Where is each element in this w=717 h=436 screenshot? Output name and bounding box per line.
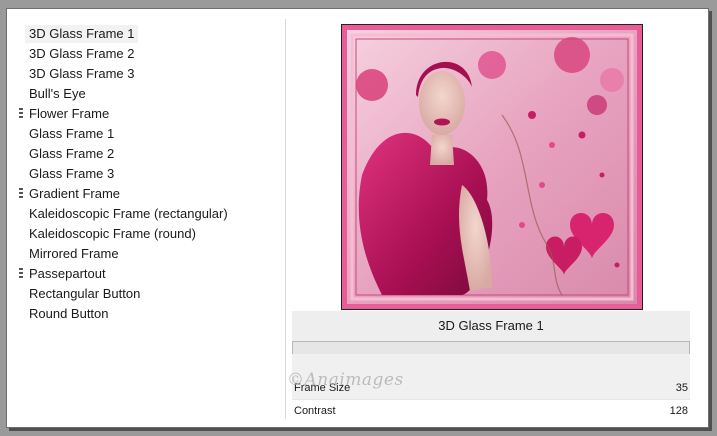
sparkle bbox=[528, 111, 536, 119]
frame-list-item[interactable]: Glass Frame 2 bbox=[25, 145, 118, 163]
sparkle bbox=[549, 142, 555, 148]
frame-list-item[interactable]: Bull's Eye bbox=[25, 85, 90, 103]
sparkle bbox=[614, 262, 620, 268]
options-strip bbox=[292, 354, 690, 378]
sparkle bbox=[519, 222, 525, 228]
frame-size-value[interactable]: 35 bbox=[676, 377, 688, 399]
frame-list-item[interactable]: 3D Glass Frame 2 bbox=[25, 45, 138, 63]
frame-list-item[interactable]: Passepartout bbox=[25, 265, 110, 283]
frame-list-item[interactable]: 3D Glass Frame 3 bbox=[25, 65, 138, 83]
frame-list-item[interactable]: Glass Frame 3 bbox=[25, 165, 118, 183]
frame-list-item[interactable]: Kaleidoscopic Frame (round) bbox=[25, 225, 200, 243]
rose bbox=[600, 68, 624, 92]
frame-list-item[interactable]: Mirrored Frame bbox=[25, 245, 123, 263]
rose bbox=[554, 37, 590, 73]
filter-dialog: 3D Glass Frame 1 3D Glass Frame 2 3D Glass… bbox=[6, 8, 709, 428]
frame-size-row[interactable]: Frame Size 35 bbox=[292, 377, 690, 399]
progress-bar bbox=[292, 341, 690, 355]
frame-list-item[interactable]: Flower Frame bbox=[25, 105, 113, 123]
frame-list-item[interactable]: Round Button bbox=[25, 305, 113, 323]
contrast-row[interactable]: Contrast 128 bbox=[292, 399, 690, 422]
preview-artwork bbox=[342, 25, 642, 309]
sparkle bbox=[578, 131, 586, 139]
frames-list[interactable]: 3D Glass Frame 1 3D Glass Frame 2 3D Glass… bbox=[7, 9, 282, 427]
rose bbox=[356, 69, 388, 101]
sparkle bbox=[539, 182, 545, 188]
rose bbox=[587, 95, 607, 115]
frame-size-label: Frame Size bbox=[294, 382, 351, 394]
lips bbox=[434, 118, 450, 126]
panel-divider bbox=[285, 19, 286, 419]
contrast-label: Contrast bbox=[294, 405, 336, 417]
frame-list-item[interactable]: Kaleidoscopic Frame (rectangular) bbox=[25, 205, 232, 223]
frame-list-item[interactable]: Rectangular Button bbox=[25, 285, 144, 303]
preview-caption: 3D Glass Frame 1 bbox=[292, 311, 690, 341]
drag-grip-icon[interactable] bbox=[19, 268, 23, 280]
rose bbox=[478, 51, 506, 79]
frame-list-item[interactable]: 3D Glass Frame 1 bbox=[25, 25, 139, 43]
frame-list-item[interactable]: Gradient Frame bbox=[25, 185, 124, 203]
contrast-value[interactable]: 128 bbox=[670, 400, 688, 422]
drag-grip-icon[interactable] bbox=[19, 188, 23, 200]
frame-list-item[interactable]: Glass Frame 1 bbox=[25, 125, 118, 143]
sparkle bbox=[599, 172, 605, 178]
preview-image bbox=[341, 24, 643, 310]
drag-grip-icon[interactable] bbox=[19, 108, 23, 120]
neck bbox=[430, 135, 454, 165]
